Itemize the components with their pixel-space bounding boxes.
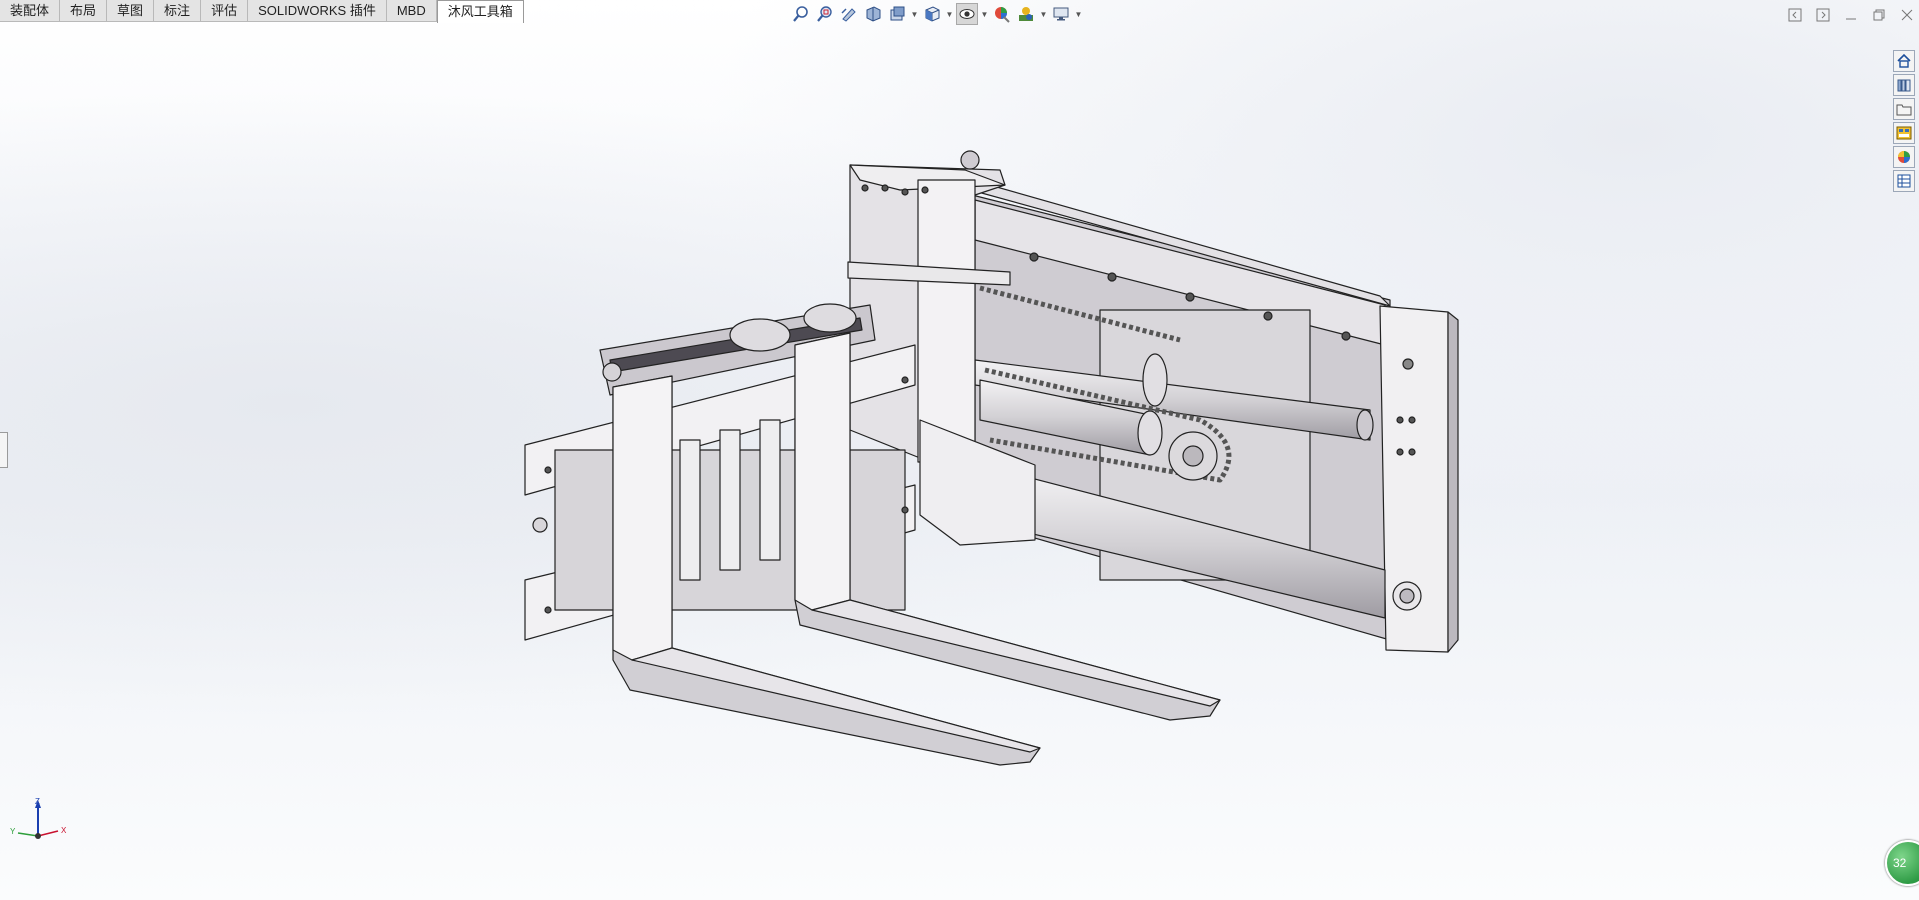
triad-x-label: X [61, 826, 67, 835]
close-icon[interactable] [1895, 5, 1919, 25]
apply-scene-icon[interactable] [1015, 3, 1037, 25]
display-style-icon[interactable] [956, 3, 978, 25]
tab-layout[interactable]: 布局 [60, 0, 108, 22]
reference-triad: Z X Y [10, 797, 67, 839]
design-library-icon[interactable] [1893, 74, 1915, 96]
view-orientation-icon[interactable] [921, 3, 943, 25]
zoom-to-area-icon[interactable] [814, 3, 836, 25]
tab-solidworks-addins[interactable]: SOLIDWORKS 插件 [248, 0, 387, 22]
hud-dropdown-caret[interactable]: ▼ [1074, 3, 1083, 25]
tab-sketch[interactable]: 草图 [107, 0, 155, 22]
view-palette-icon[interactable] [1893, 122, 1915, 144]
triad-z-label: Z [35, 797, 40, 806]
tab-mufeng-toolbox[interactable]: 沐风工具箱 [436, 0, 524, 23]
section-view-icon[interactable] [862, 3, 884, 25]
edit-appearance-icon[interactable] [991, 3, 1013, 25]
tile-left-icon[interactable] [1783, 5, 1807, 25]
restore-icon[interactable] [1867, 5, 1891, 25]
custom-properties-icon[interactable] [1893, 170, 1915, 192]
tab-markup[interactable]: 标注 [154, 0, 202, 22]
badge-text: 32 [1893, 856, 1907, 870]
triad-y-label: Y [10, 827, 16, 836]
document-window-controls [1783, 5, 1919, 25]
tab-mbd[interactable]: MBD [386, 0, 437, 22]
tile-right-icon[interactable] [1811, 5, 1835, 25]
previous-view-icon[interactable] [838, 3, 860, 25]
home-icon[interactable] [1893, 50, 1915, 72]
hud-dropdown-caret[interactable]: ▼ [910, 3, 919, 25]
minimize-icon[interactable] [1839, 5, 1863, 25]
heads-up-view-toolbar: ▼ ▼ ▼ ▼ ▼ [790, 3, 1083, 25]
command-manager-tabs: 装配体 布局 草图 标注 评估 SOLIDWORKS 插件 MBD 沐风工具箱 [0, 0, 524, 23]
tab-assembly[interactable]: 装配体 [0, 0, 61, 22]
3d-model-fork-carriage[interactable] [0, 0, 1919, 900]
file-explorer-icon[interactable] [1893, 98, 1915, 120]
dynamic-annotation-icon[interactable] [886, 3, 908, 25]
task-pane-tabs [1893, 50, 1915, 192]
hud-dropdown-caret[interactable]: ▼ [1039, 3, 1048, 25]
hud-dropdown-caret[interactable]: ▼ [945, 3, 954, 25]
tab-evaluate[interactable]: 评估 [201, 0, 249, 22]
zoom-to-fit-icon[interactable] [790, 3, 812, 25]
hud-dropdown-caret[interactable]: ▼ [980, 3, 989, 25]
view-settings-icon[interactable] [1050, 3, 1072, 25]
appearances-icon[interactable] [1893, 146, 1915, 168]
